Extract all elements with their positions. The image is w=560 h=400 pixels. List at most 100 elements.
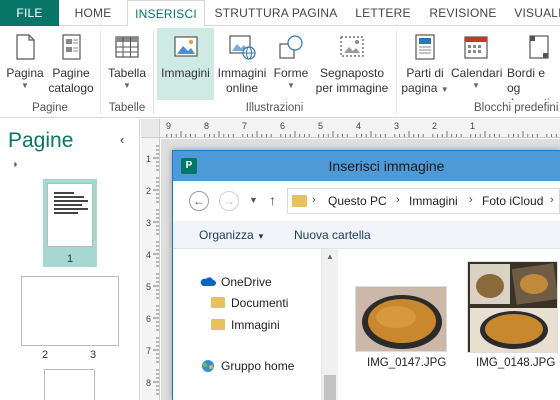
- expand-triangle-icon[interactable]: [8, 158, 18, 168]
- vertical-ruler-ticks: [153, 145, 159, 395]
- page-number-1: 1: [66, 253, 74, 265]
- new-folder-button[interactable]: Nuova cartella: [294, 228, 371, 242]
- nav-gruppo-home[interactable]: Gruppo home: [221, 359, 294, 373]
- page-parts-icon: [415, 34, 435, 60]
- dialog-title-bar[interactable]: P Inserisci immagine: [173, 151, 560, 181]
- calendar-icon: [464, 36, 488, 59]
- address-bar[interactable]: › Questo PC › Immagini › Foto iCloud ›: [287, 188, 560, 214]
- cake-photo-collage: [468, 262, 557, 352]
- parti-label-2: pagina: [401, 81, 438, 95]
- immagini-online-label-1: Immagini: [217, 66, 267, 80]
- breadcrumb-separator-icon: ›: [550, 194, 554, 206]
- breadcrumb-separator-icon: ›: [312, 194, 316, 206]
- breadcrumb-foto-icloud[interactable]: Foto iCloud: [482, 194, 543, 208]
- dialog-command-bar: Organizza ▼ Nuova cartella: [173, 221, 560, 249]
- forme-label: Forme: [273, 66, 309, 80]
- page-number-2: 2: [42, 349, 49, 361]
- pagine-catalogo-label-1: Pagine: [52, 66, 90, 80]
- group-label-tabelle: Tabelle: [108, 102, 146, 114]
- chevron-down-icon: ▼: [257, 232, 265, 241]
- catalog-page-icon: [62, 34, 81, 60]
- file-thumbnail-img-0148[interactable]: [467, 261, 558, 353]
- immagini-button[interactable]: Immagini: [157, 28, 214, 100]
- horizontal-ruler: 9 8 7 6 5 4 3 2 1: [160, 119, 560, 138]
- calendari-button[interactable]: Calendari ▼: [451, 28, 503, 100]
- folder-icon: [211, 297, 225, 308]
- cake-photo-1: [356, 287, 446, 351]
- file-name-img-0148[interactable]: IMG_0148.JPG: [476, 357, 555, 369]
- immagini-label: Immagini: [161, 66, 210, 80]
- bordi-label-2: decorativ: [507, 96, 556, 100]
- nav-documenti[interactable]: Documenti: [231, 296, 288, 310]
- group-label-pagine: Pagine: [32, 102, 68, 114]
- dialog-title: Inserisci immagine: [328, 158, 445, 174]
- page-icon: [16, 34, 35, 60]
- scroll-up-icon[interactable]: ▲: [326, 252, 334, 261]
- scrollbar-thumb[interactable]: [324, 375, 336, 400]
- forward-button[interactable]: →: [219, 191, 239, 211]
- segnaposto-label-2: per immagine: [315, 81, 389, 95]
- table-icon: [115, 36, 139, 58]
- page-1-content: [54, 192, 88, 214]
- pages-pane: Pagine ‹ 1 2 3: [0, 119, 140, 400]
- insert-picture-dialog: P Inserisci immagine ← → ▼ ↑ › Questo PC…: [172, 150, 560, 400]
- collapse-pane-icon[interactable]: ‹: [120, 132, 124, 147]
- group-divider: [396, 30, 397, 114]
- immagini-online-button[interactable]: Immagini online: [215, 28, 269, 100]
- forme-button[interactable]: Forme ▼: [270, 28, 312, 100]
- chevron-down-icon: ▼: [440, 85, 449, 94]
- page-number-3: 3: [90, 349, 97, 361]
- picture-placeholder-icon: [340, 36, 364, 57]
- horizontal-ruler-ticks: [166, 131, 557, 137]
- dialog-navigation-row: ← → ▼ ↑ › Questo PC › Immagini › Foto iC…: [173, 181, 560, 221]
- parti-label-1: Parti di: [406, 66, 444, 80]
- segnaposto-immagine-button[interactable]: Segnaposto per immagine: [312, 28, 392, 100]
- page-thumbnail-2-3[interactable]: [21, 276, 119, 346]
- parti-di-pagina-button[interactable]: Parti di pagina ▼: [400, 28, 450, 100]
- tab-revisione[interactable]: REVISIONE: [422, 0, 504, 26]
- homegroup-icon: [202, 360, 214, 372]
- shapes-icon: [279, 35, 303, 59]
- back-button[interactable]: ←: [189, 191, 209, 211]
- calendari-label: Calendari: [451, 66, 503, 80]
- bordi-decorativi-button[interactable]: Bordi e ogdecorativ: [503, 28, 560, 100]
- tab-struttura-pagina[interactable]: STRUTTURA PAGINA: [208, 0, 344, 26]
- tab-inserisci[interactable]: INSERISCI: [127, 0, 205, 27]
- tab-visualizza[interactable]: VISUALI: [507, 0, 560, 26]
- up-arrow-icon[interactable]: ↑: [269, 192, 276, 208]
- vertical-ruler: 1 2 3 4 5 6 7 8: [141, 138, 160, 400]
- segnaposto-label-1: Segnaposto: [319, 66, 385, 80]
- pages-pane-title: Pagine: [8, 129, 74, 152]
- tabella-button[interactable]: Tabella ▼: [104, 28, 150, 100]
- file-name-img-0147[interactable]: IMG_0147.JPG: [367, 357, 446, 369]
- nav-onedrive[interactable]: OneDrive: [221, 275, 272, 289]
- breadcrumb-questo-pc[interactable]: Questo PC: [328, 194, 387, 208]
- chevron-down-icon: ▼: [472, 81, 480, 90]
- tab-lettere[interactable]: LETTERE: [347, 0, 419, 26]
- breadcrumb-immagini[interactable]: Immagini: [409, 194, 458, 208]
- ribbon-tab-bar: FILE HOME INSERISCI STRUTTURA PAGINA LET…: [0, 0, 560, 27]
- onedrive-icon: [200, 277, 216, 286]
- organize-button[interactable]: Organizza ▼: [199, 228, 265, 242]
- folder-icon: [292, 195, 307, 207]
- recent-locations-chevron-icon[interactable]: ▼: [249, 195, 258, 205]
- chevron-down-icon: ▼: [287, 81, 295, 90]
- page-thumbnail-1[interactable]: 1: [43, 179, 97, 267]
- group-label-illustrazioni: Illustrazioni: [245, 102, 304, 114]
- chevron-down-icon: ▼: [123, 81, 131, 90]
- page-thumbnail-4[interactable]: [44, 369, 95, 400]
- picture-icon: [173, 36, 198, 57]
- tab-home[interactable]: HOME: [62, 0, 124, 26]
- navigation-pane-scrollbar[interactable]: ▲: [321, 249, 338, 400]
- borders-icon: [529, 35, 549, 59]
- group-divider: [100, 30, 101, 114]
- page-1-sheet: [47, 183, 93, 247]
- tab-file[interactable]: FILE: [0, 0, 59, 26]
- file-thumbnail-img-0147[interactable]: [355, 286, 447, 352]
- immagini-online-label-2: online: [225, 81, 259, 95]
- pagina-button[interactable]: Pagina ▼: [4, 28, 46, 100]
- pagine-catalogo-label-2: catalogo: [48, 81, 94, 95]
- online-picture-icon: [229, 35, 256, 60]
- pagine-catalogo-button[interactable]: Pagine catalogo: [47, 28, 95, 100]
- nav-immagini[interactable]: Immagini: [231, 318, 280, 332]
